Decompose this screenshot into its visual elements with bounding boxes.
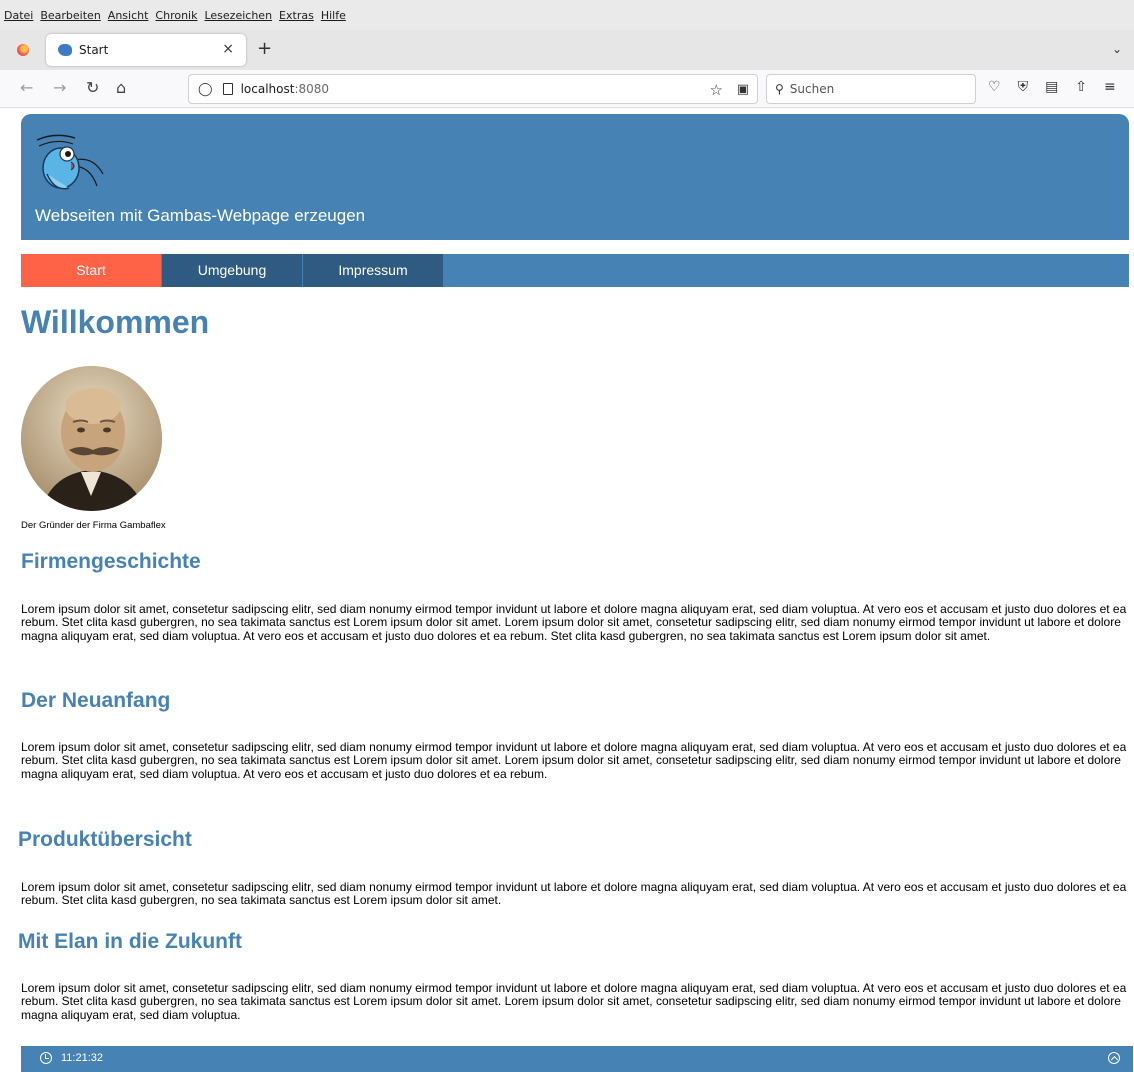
tracking-shield-icon[interactable]: ◯	[198, 82, 213, 97]
site-title: Webseiten mit Gambas-Webpage erzeugen	[35, 206, 366, 225]
site-footer: 11:21:32	[21, 1046, 1133, 1072]
menu-extras[interactable]: Extras	[279, 9, 314, 22]
bookmark-star-icon[interactable]: ☆	[710, 81, 723, 99]
toolbar-extensions: ♡ ⛨ ▤ ⇧ ≡	[988, 79, 1116, 95]
founder-portrait	[21, 366, 162, 511]
tab-list-chevron-icon[interactable]: ⌄	[1112, 42, 1122, 56]
menu-hilfe[interactable]: Hilfe	[321, 9, 346, 22]
folder-icon[interactable]: ▣	[737, 82, 749, 97]
browser-menubar: Datei Bearbeiten Ansicht Chronik Lesezei…	[0, 0, 1134, 30]
firefox-icon[interactable]	[17, 44, 29, 56]
page-title: Willkommen	[21, 304, 210, 340]
tab-favicon-icon	[58, 44, 72, 56]
navigation-toolbar: ← → ↻ ⌂ ◯ localhost:8080 ☆ ▣ ⚲ Suchen ♡ …	[0, 70, 1134, 108]
nav-item-start[interactable]: Start	[21, 254, 162, 287]
site-header: Webseiten mit Gambas-Webpage erzeugen	[21, 114, 1129, 240]
portrait-caption: Der Gründer der Firma Gambaflex	[21, 520, 166, 531]
section-heading-zukunft: Mit Elan in die Zukunft	[18, 930, 242, 953]
section-heading-produktuebersicht: Produktübersicht	[18, 828, 192, 851]
section-text-neuanfang: Lorem ipsum dolor sit amet, consetetur s…	[21, 740, 1127, 781]
section-heading-neuanfang: Der Neuanfang	[21, 689, 171, 712]
search-placeholder: Suchen	[789, 82, 835, 96]
search-icon: ⚲	[775, 82, 784, 96]
menu-datei[interactable]: Datei	[4, 9, 33, 22]
section-text-zukunft: Lorem ipsum dolor sit amet, consetetur s…	[21, 981, 1127, 1022]
back-icon[interactable]: ←	[20, 79, 33, 97]
new-tab-icon[interactable]: +	[257, 38, 272, 59]
footer-time: 11:21:32	[61, 1052, 104, 1064]
nav-item-impressum[interactable]: Impressum	[303, 254, 444, 287]
menu-ansicht[interactable]: Ansicht	[108, 9, 149, 22]
section-heading-firmengeschichte: Firmengeschichte	[21, 550, 201, 573]
menu-lesezeichen[interactable]: Lesezeichen	[204, 9, 272, 22]
hamburger-menu-icon[interactable]: ≡	[1104, 79, 1116, 95]
url-text: localhost:8080	[240, 82, 330, 96]
scroll-top-icon[interactable]	[1108, 1052, 1120, 1064]
pocket-icon[interactable]: ♡	[988, 79, 1001, 95]
menu-chronik[interactable]: Chronik	[155, 9, 197, 22]
section-text-firmengeschichte: Lorem ipsum dolor sit amet, consetetur s…	[21, 602, 1127, 643]
forward-icon[interactable]: →	[53, 79, 66, 97]
extension-icon[interactable]: ▤	[1045, 79, 1058, 95]
url-bar[interactable]: ◯ localhost:8080 ☆ ▣	[188, 74, 758, 104]
clock-icon	[40, 1052, 52, 1064]
search-input[interactable]: ⚲ Suchen	[766, 74, 976, 104]
page-info-icon[interactable]	[222, 83, 233, 95]
tab-start[interactable]: Start ×	[46, 34, 246, 66]
reload-icon[interactable]: ↻	[86, 79, 99, 97]
menu-bearbeiten[interactable]: Bearbeiten	[40, 9, 100, 22]
section-text-produktuebersicht: Lorem ipsum dolor sit amet, consetetur s…	[21, 880, 1127, 908]
ublock-icon[interactable]: ⛨	[1018, 79, 1029, 95]
gambas-logo-icon	[36, 134, 104, 190]
site-nav: Start Umgebung Impressum	[21, 254, 1129, 287]
tab-bar: Start × + ⌄	[0, 30, 1134, 70]
tab-close-icon[interactable]: ×	[222, 41, 234, 57]
founder-image	[21, 366, 162, 511]
home-icon[interactable]: ⌂	[116, 79, 126, 97]
share-icon[interactable]: ⇧	[1075, 79, 1087, 95]
nav-item-umgebung[interactable]: Umgebung	[162, 254, 303, 287]
tab-title: Start	[79, 43, 109, 57]
